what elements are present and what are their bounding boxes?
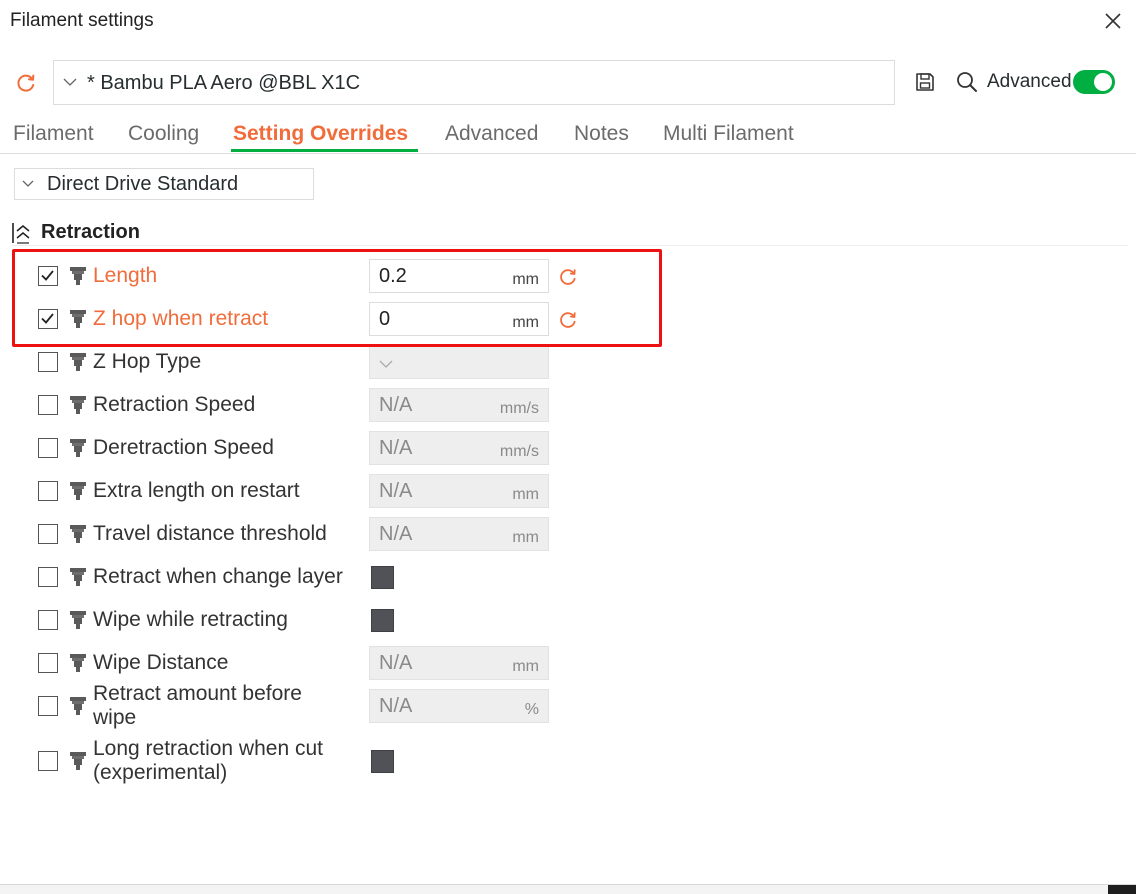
nozzle-icon: [69, 437, 87, 459]
highlight-box: [12, 249, 662, 347]
tab-cooling[interactable]: Cooling: [128, 122, 199, 146]
close-icon[interactable]: [1100, 8, 1126, 34]
option-row-extra-length-on-restart: Extra length on restart N/A mm: [0, 470, 700, 510]
preset-name: * Bambu PLA Aero @BBL X1C: [87, 72, 361, 94]
nozzle-icon: [69, 523, 87, 545]
option-unit: mm/s: [499, 400, 539, 417]
option-unit: mm: [512, 486, 539, 503]
advanced-label: Advanced: [987, 71, 1072, 92]
override-checkbox[interactable]: [38, 352, 58, 372]
option-label: Retract amount before wipe: [93, 682, 302, 730]
reset-preset-icon[interactable]: [14, 70, 38, 94]
override-checkbox[interactable]: [38, 395, 58, 415]
nozzle-icon: [69, 609, 87, 631]
background-window-corner: [1108, 885, 1136, 894]
option-label: Wipe Distance: [93, 651, 229, 674]
chevron-down-icon: [63, 78, 77, 86]
nozzle-icon: [69, 695, 87, 717]
background-window-edge: [0, 884, 1136, 894]
option-value: N/A: [379, 480, 413, 502]
tab-multi-filament[interactable]: Multi Filament: [663, 122, 794, 146]
override-checkbox[interactable]: [38, 481, 58, 501]
option-value-checkbox[interactable]: [371, 609, 394, 632]
option-row-retract-when-change-layer: Retract when change layer: [0, 556, 700, 596]
option-select[interactable]: [369, 345, 549, 379]
option-unit: mm: [512, 658, 539, 675]
active-tab-indicator: [231, 149, 418, 152]
option-label: Z Hop Type: [93, 350, 202, 373]
retraction-section-header[interactable]: Retraction: [12, 220, 1128, 246]
search-icon[interactable]: [955, 70, 979, 94]
option-label-line: (experimental): [93, 761, 228, 784]
override-checkbox[interactable]: [38, 653, 58, 673]
option-unit: mm: [512, 529, 539, 546]
preset-row: * Bambu PLA Aero @BBL X1C Advanced: [0, 58, 1136, 106]
nozzle-icon: [69, 750, 87, 772]
option-label-line: Retract amount before: [93, 682, 302, 705]
option-label: Travel distance threshold: [93, 522, 327, 545]
option-label: Long retraction when cut (experimental): [93, 737, 323, 785]
tab-notes[interactable]: Notes: [574, 122, 629, 146]
option-value-input[interactable]: N/A%: [369, 689, 549, 723]
option-value-checkbox[interactable]: [371, 750, 394, 773]
option-value: N/A: [379, 695, 413, 717]
nozzle-icon: [69, 652, 87, 674]
option-unit: mm/s: [499, 443, 539, 460]
section-title: Retraction: [41, 221, 140, 243]
option-value-input[interactable]: N/A mm: [369, 474, 549, 508]
dialog-title: Filament settings: [10, 10, 154, 31]
tab-filament[interactable]: Filament: [13, 122, 94, 146]
override-checkbox[interactable]: [38, 524, 58, 544]
option-unit: %: [524, 701, 539, 718]
option-label: Extra length on restart: [93, 479, 300, 502]
save-icon[interactable]: [914, 71, 936, 93]
option-label: Retraction Speed: [93, 393, 256, 416]
option-value-input[interactable]: N/A mm: [369, 517, 549, 551]
nozzle-icon: [69, 394, 87, 416]
title-bar: Filament settings: [0, 0, 1136, 44]
option-label: Deretraction Speed: [93, 436, 274, 459]
option-row-z-hop-type: Z Hop Type: [0, 341, 700, 381]
nozzle-icon: [69, 351, 87, 373]
override-checkbox[interactable]: [38, 610, 58, 630]
option-label-line: wipe: [93, 706, 137, 729]
override-checkbox[interactable]: [38, 438, 58, 458]
option-row-travel-distance-threshold: Travel distance threshold N/A mm: [0, 513, 700, 553]
toggle-knob: [1094, 73, 1112, 91]
option-value: N/A: [379, 523, 413, 545]
override-checkbox[interactable]: [38, 696, 58, 716]
override-checkbox[interactable]: [38, 751, 58, 771]
option-value: N/A: [379, 394, 413, 416]
tab-bar: Filament Cooling Setting Overrides Advan…: [0, 118, 1136, 154]
option-label-line: Long retraction when cut: [93, 737, 323, 760]
option-row-wipe-while-retracting: Wipe while retracting: [0, 599, 700, 639]
tab-setting-overrides[interactable]: Setting Overrides: [233, 122, 408, 146]
option-value-input[interactable]: N/A mm/s: [369, 431, 549, 465]
extruder-name: Direct Drive Standard: [47, 173, 239, 195]
option-value-input[interactable]: N/A mm/s: [369, 388, 549, 422]
option-value: N/A: [379, 652, 413, 674]
option-row-long-retraction-when-cut-experimental: Long retraction when cut (experimental): [0, 737, 700, 784]
option-value-checkbox[interactable]: [371, 566, 394, 589]
filament-settings-dialog: Filament settings * Bambu PLA Aero @BBL …: [0, 0, 1136, 894]
extruder-select[interactable]: Direct Drive Standard: [14, 168, 314, 200]
option-row-wipe-distance: Wipe Distance N/A mm: [0, 642, 700, 682]
chevron-down-icon: [22, 180, 34, 187]
option-row-retraction-speed: Retraction Speed N/A mm/s: [0, 384, 700, 424]
collapse-icon[interactable]: [12, 222, 32, 244]
option-row-retract-amount-before-wipe: Retract amount before wipe N/A%: [0, 682, 700, 729]
option-label: Wipe while retracting: [93, 608, 288, 631]
option-value: N/A: [379, 437, 413, 459]
chevron-down-icon: [379, 360, 393, 368]
nozzle-icon: [69, 566, 87, 588]
override-checkbox[interactable]: [38, 567, 58, 587]
tab-advanced[interactable]: Advanced: [445, 122, 538, 146]
advanced-toggle[interactable]: [1073, 70, 1115, 94]
option-label: Retract when change layer: [93, 565, 343, 588]
nozzle-icon: [69, 480, 87, 502]
preset-select[interactable]: * Bambu PLA Aero @BBL X1C: [53, 60, 895, 105]
option-value-input[interactable]: N/A mm: [369, 646, 549, 680]
option-row-deretraction-speed: Deretraction Speed N/A mm/s: [0, 427, 700, 467]
